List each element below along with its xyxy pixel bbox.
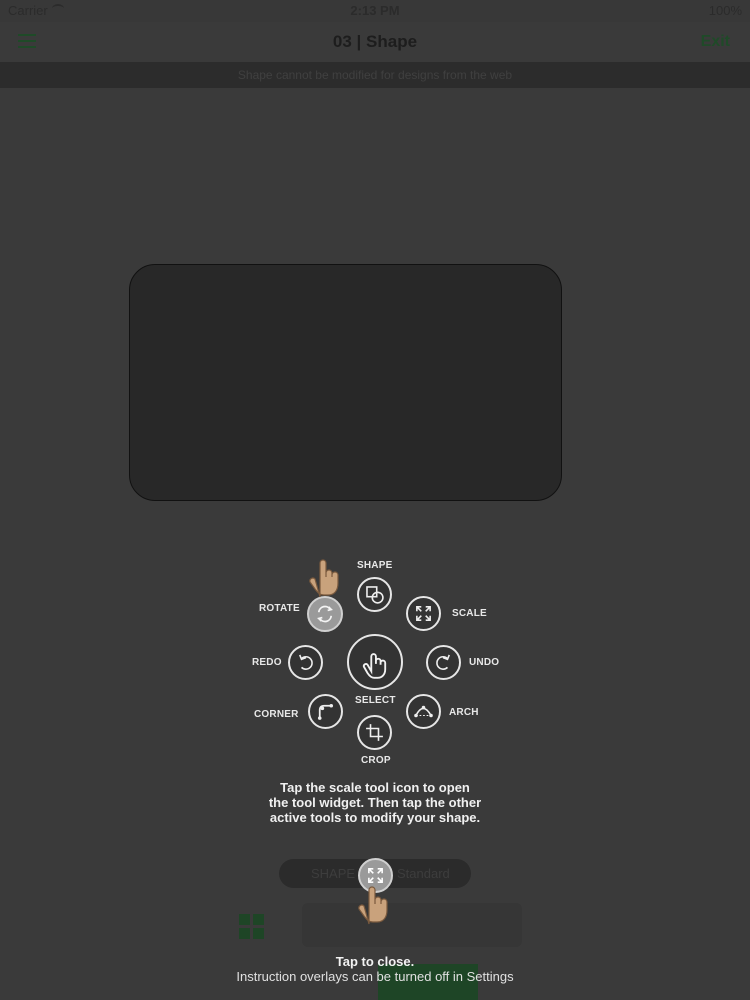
hand-pointer-icon	[362, 653, 387, 679]
settings-hint-text: Instruction overlays can be turned off i…	[236, 969, 514, 984]
undo-icon	[436, 654, 450, 670]
rotate-icon	[317, 605, 333, 623]
instruction-line-1: Tap the scale tool icon to open	[280, 780, 470, 795]
shape-tool-button[interactable]	[357, 577, 392, 612]
pointing-hand-icon	[309, 559, 339, 598]
redo-icon	[299, 654, 313, 670]
rotate-tool-label: ROTATE	[259, 603, 300, 614]
tap-to-close-text[interactable]: Tap to close.	[0, 954, 750, 969]
instruction-text: Tap the scale tool icon to open the tool…	[200, 780, 550, 825]
shape-tool-label: SHAPE	[357, 560, 393, 571]
shape-icon	[366, 586, 384, 604]
scale-icon	[416, 606, 431, 621]
crop-icon	[366, 724, 383, 741]
select-tool-button[interactable]	[347, 634, 403, 690]
arch-icon	[414, 705, 433, 718]
arch-tool-button[interactable]	[406, 694, 441, 729]
scale-tool-label: SCALE	[452, 608, 487, 619]
select-tool-label: SELECT	[355, 695, 396, 706]
arch-tool-label: ARCH	[449, 707, 479, 718]
undo-tool-button[interactable]	[426, 645, 461, 680]
corner-tool-button[interactable]	[308, 694, 343, 729]
redo-tool-label: REDO	[252, 657, 282, 668]
undo-tool-label: UNDO	[469, 657, 500, 668]
instruction-line-2: the tool widget. Then tap the other	[268, 795, 482, 810]
corner-tool-label: CORNER	[254, 709, 299, 720]
redo-tool-button[interactable]	[288, 645, 323, 680]
pointing-hand-icon	[358, 886, 388, 925]
instruction-overlay[interactable]: SHAPE ROTATE SCALE REDO SELECT UNDO CORN…	[0, 0, 750, 1000]
corner-icon	[317, 703, 334, 720]
crop-tool-button[interactable]	[357, 715, 392, 750]
crop-tool-label: CROP	[361, 755, 391, 766]
scale-tool-button[interactable]	[406, 596, 441, 631]
instruction-line-3: active tools to modify your shape.	[269, 810, 481, 825]
